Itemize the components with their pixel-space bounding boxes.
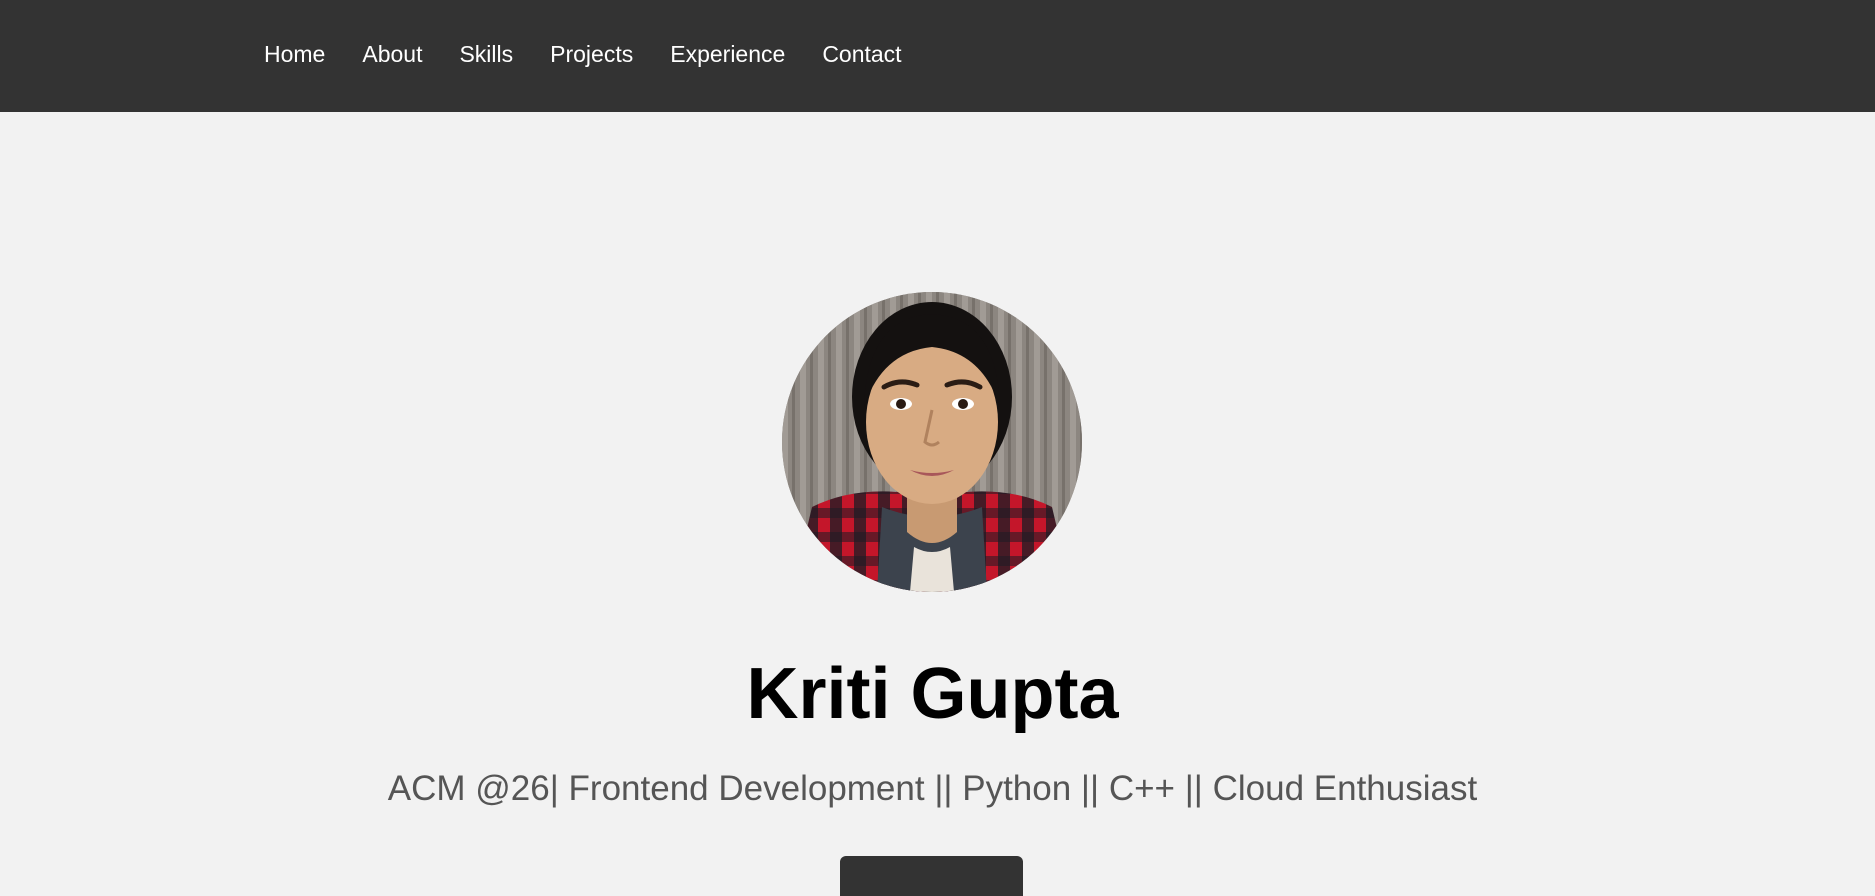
nav-link-projects[interactable]: Projects <box>550 40 633 68</box>
nav-link-contact[interactable]: Contact <box>822 40 901 68</box>
hero-section: Kriti Gupta ACM @26| Frontend Developmen… <box>0 112 1875 896</box>
profile-name: Kriti Gupta <box>746 654 1119 734</box>
nav-link-home[interactable]: Home <box>264 40 325 68</box>
nav-item-contact: Contact <box>822 40 901 68</box>
profile-avatar <box>782 292 1082 592</box>
nav-item-experience: Experience <box>670 40 785 68</box>
nav-link-experience[interactable]: Experience <box>670 40 785 68</box>
top-navigation: Home About Skills Projects Experience Co… <box>0 0 1875 112</box>
profile-tagline: ACM @26| Frontend Development || Python … <box>387 769 1478 808</box>
nav-link-skills[interactable]: Skills <box>459 40 513 68</box>
nav-item-skills: Skills <box>459 40 513 68</box>
nav-link-about[interactable]: About <box>362 40 422 68</box>
nav-list: Home About Skills Projects Experience Co… <box>264 40 939 68</box>
nav-item-about: About <box>362 40 422 68</box>
hero-cta-button[interactable] <box>840 856 1023 896</box>
profile-photo-icon <box>782 292 1082 592</box>
nav-item-home: Home <box>264 40 325 68</box>
nav-item-projects: Projects <box>550 40 633 68</box>
